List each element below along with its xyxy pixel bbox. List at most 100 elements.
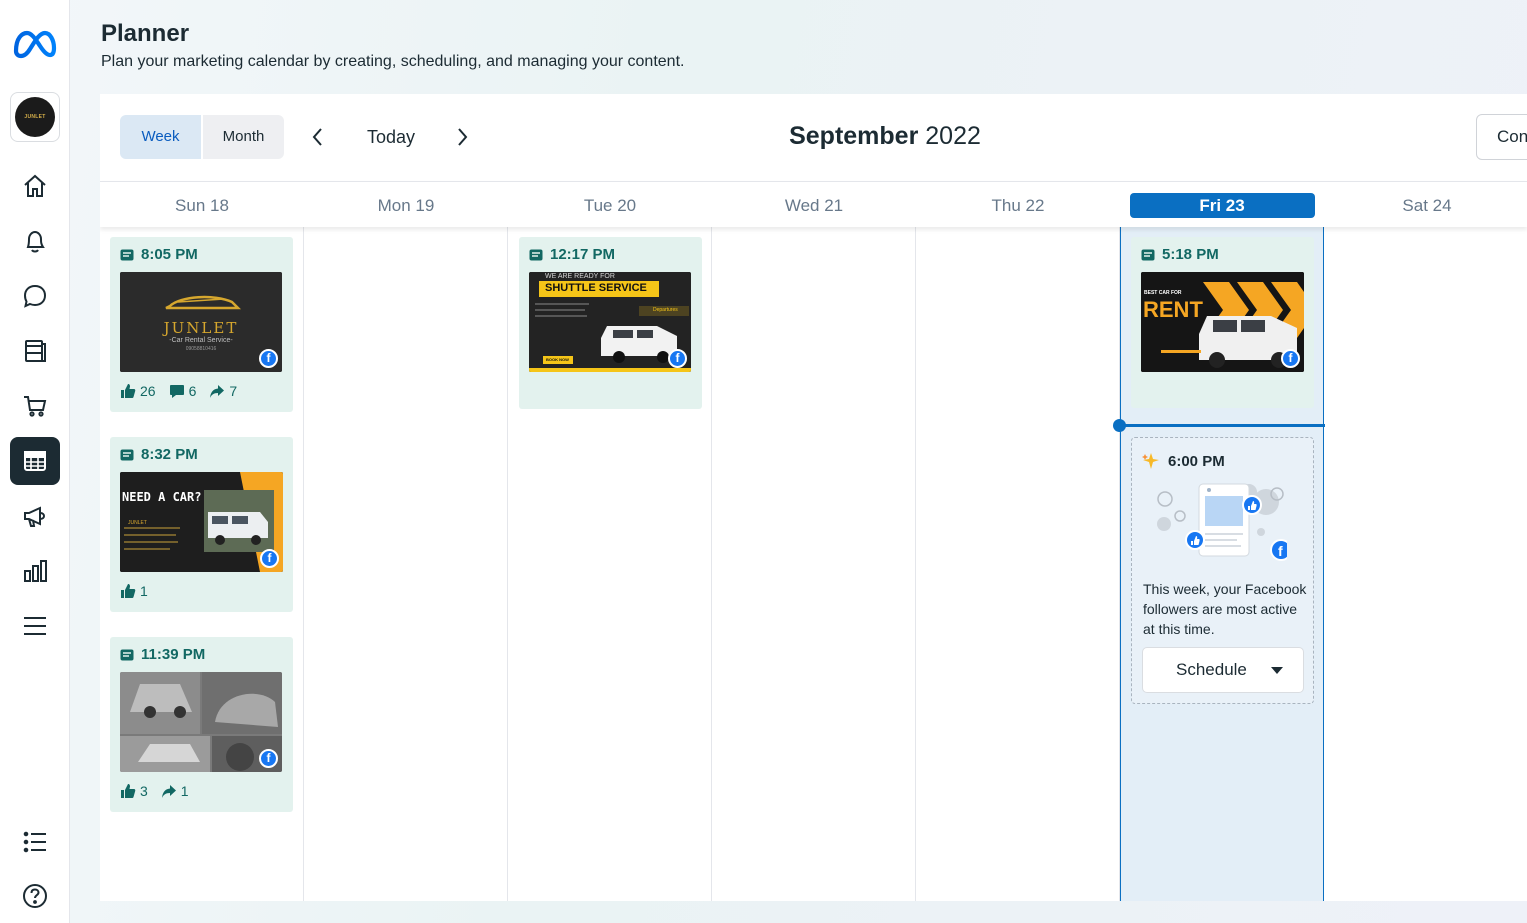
post-icon <box>120 449 134 460</box>
help-icon <box>23 884 47 908</box>
notifications-button[interactable] <box>10 217 60 265</box>
comments-stat: 6 <box>169 383 197 399</box>
commerce-button[interactable] <box>10 382 60 430</box>
home-button[interactable] <box>10 162 60 210</box>
ads-button[interactable] <box>10 492 60 540</box>
svg-text:f: f <box>1278 543 1283 559</box>
post-time: 12:17 PM <box>529 246 615 263</box>
day-header-wed: Wed 21 <box>784 196 844 215</box>
thumb-headline: SHUTTLE SERVICE <box>545 282 647 294</box>
likes-count: 1 <box>140 583 148 599</box>
recommended-time-message: This week, your Facebook followers are m… <box>1143 581 1307 637</box>
scheduled-post-card[interactable]: 8:32 PM NEED A CAR? JUNLET f 1 <box>110 437 293 612</box>
likes-count: 26 <box>140 383 156 399</box>
calendar-panel: Week Month Today September 2022 Con Sun … <box>100 94 1527 901</box>
thumb-headline: NEED A CAR? <box>122 490 202 504</box>
share-icon <box>161 785 176 798</box>
commerce-icon <box>24 396 47 417</box>
post-time: 11:39 PM <box>120 646 205 663</box>
sparkle-icon <box>1142 453 1159 469</box>
help-button[interactable] <box>10 872 60 920</box>
comment-icon <box>169 385 184 398</box>
post-icon <box>1141 249 1155 260</box>
thumb-button-text: BOOK NOW <box>546 357 569 362</box>
scheduled-post-card[interactable]: 12:17 PM WE ARE READY FOR SHUTTLE SERVIC… <box>519 237 702 409</box>
inbox-button[interactable] <box>10 272 60 320</box>
left-nav-rail: JUNLET <box>0 0 70 923</box>
megaphone-icon <box>24 506 46 527</box>
thumb-toptext: WE ARE READY FOR <box>545 273 615 280</box>
shares-count: 1 <box>180 783 189 799</box>
page-avatar-button[interactable]: JUNLET <box>10 92 60 142</box>
post-time-label: 5:18 PM <box>1162 246 1219 263</box>
post-stats: 1 <box>120 583 161 599</box>
post-time: 8:32 PM <box>120 446 198 463</box>
day-column-mon[interactable] <box>304 227 508 901</box>
recommended-time-label: 6:00 PM <box>1168 452 1225 470</box>
thumb-brand: JUNLET <box>163 319 239 337</box>
current-time-line <box>1119 424 1325 427</box>
share-icon <box>210 385 225 398</box>
shares-stat: 7 <box>209 383 237 399</box>
post-icon <box>120 249 134 260</box>
shares-stat: 1 <box>161 783 189 799</box>
post-thumbnail[interactable]: BEST CAR FOR RENT f <box>1141 272 1304 372</box>
caret-down-icon[interactable] <box>1271 667 1283 674</box>
schedule-button[interactable]: Schedule <box>1142 647 1304 693</box>
post-time-label: 8:32 PM <box>141 446 198 463</box>
post-thumbnail[interactable]: WE ARE READY FOR SHUTTLE SERVICE Departu… <box>529 272 691 372</box>
post-time: 8:05 PM <box>120 246 198 263</box>
content-button[interactable] <box>10 327 60 375</box>
day-header-sun: Sun 18 <box>175 196 229 215</box>
inbox-icon <box>23 284 47 308</box>
likes-stat: 26 <box>120 383 156 399</box>
day-header-mon: Mon 19 <box>377 196 435 215</box>
post-time-label: 12:17 PM <box>550 246 616 263</box>
post-thumbnail[interactable]: f <box>120 672 282 772</box>
post-stats: 26 6 7 <box>120 383 250 399</box>
post-time: 5:18 PM <box>1141 246 1219 263</box>
day-column-wed[interactable] <box>712 227 916 901</box>
car-photos-collage <box>120 672 282 772</box>
list-icon <box>23 831 46 853</box>
post-time-label: 8:05 PM <box>141 246 198 263</box>
planner-icon <box>24 451 46 471</box>
meta-logo[interactable] <box>12 26 58 62</box>
edit-list-button[interactable] <box>10 818 60 866</box>
calendar-toolbar: Week Month Today September 2022 Con <box>100 94 1527 181</box>
today-day-label: Fri 23 <box>1129 193 1315 218</box>
like-icon <box>121 584 136 598</box>
page-subtitle: Plan your marketing calendar by creating… <box>101 53 685 70</box>
scheduled-post-card[interactable]: 5:18 PM BEST CAR FOR RENT f <box>1131 237 1314 408</box>
week-day-headers: Sun 18 Mon 19 Tue 20 Wed 21 Thu 22 Fri 2… <box>100 181 1527 227</box>
likes-stat: 1 <box>120 583 148 599</box>
month-label: September <box>789 122 919 150</box>
post-thumbnail[interactable]: NEED A CAR? JUNLET f <box>120 472 283 572</box>
post-thumbnail[interactable]: JUNLET -Car Rental Service- 09058810416 … <box>120 272 282 372</box>
day-column-thu[interactable] <box>916 227 1120 901</box>
year-label: 2022 <box>925 122 981 150</box>
menu-icon <box>24 617 46 635</box>
home-icon <box>24 174 46 197</box>
insights-button[interactable] <box>10 547 60 595</box>
planner-button[interactable] <box>10 437 60 485</box>
day-header-tue: Tue 20 <box>583 196 637 215</box>
day-column-sat[interactable] <box>1325 227 1527 901</box>
day-header-sat: Sat 24 <box>1402 196 1452 215</box>
scheduled-post-card[interactable]: 11:39 PM f 3 1 <box>110 637 293 812</box>
avatar: JUNLET <box>15 97 55 137</box>
recommended-time: 6:00 PM <box>1142 452 1225 470</box>
all-tools-button[interactable] <box>10 602 60 650</box>
comments-count: 6 <box>188 383 197 399</box>
day-header-thu: Thu 22 <box>991 196 1045 215</box>
likes-count: 3 <box>140 783 148 799</box>
facebook-icon: f <box>259 349 278 368</box>
scheduled-post-card[interactable]: 8:05 PM JUNLET -Car Rental Service- 0905… <box>110 237 293 412</box>
post-icon <box>120 649 134 660</box>
shares-count: 7 <box>229 383 238 399</box>
bar-chart-icon <box>24 560 47 582</box>
thumb-phone: 09058810416 <box>185 346 217 352</box>
post-icon <box>529 249 543 260</box>
facebook-icon: f <box>260 549 279 568</box>
create-content-button[interactable]: Con <box>1476 114 1527 160</box>
